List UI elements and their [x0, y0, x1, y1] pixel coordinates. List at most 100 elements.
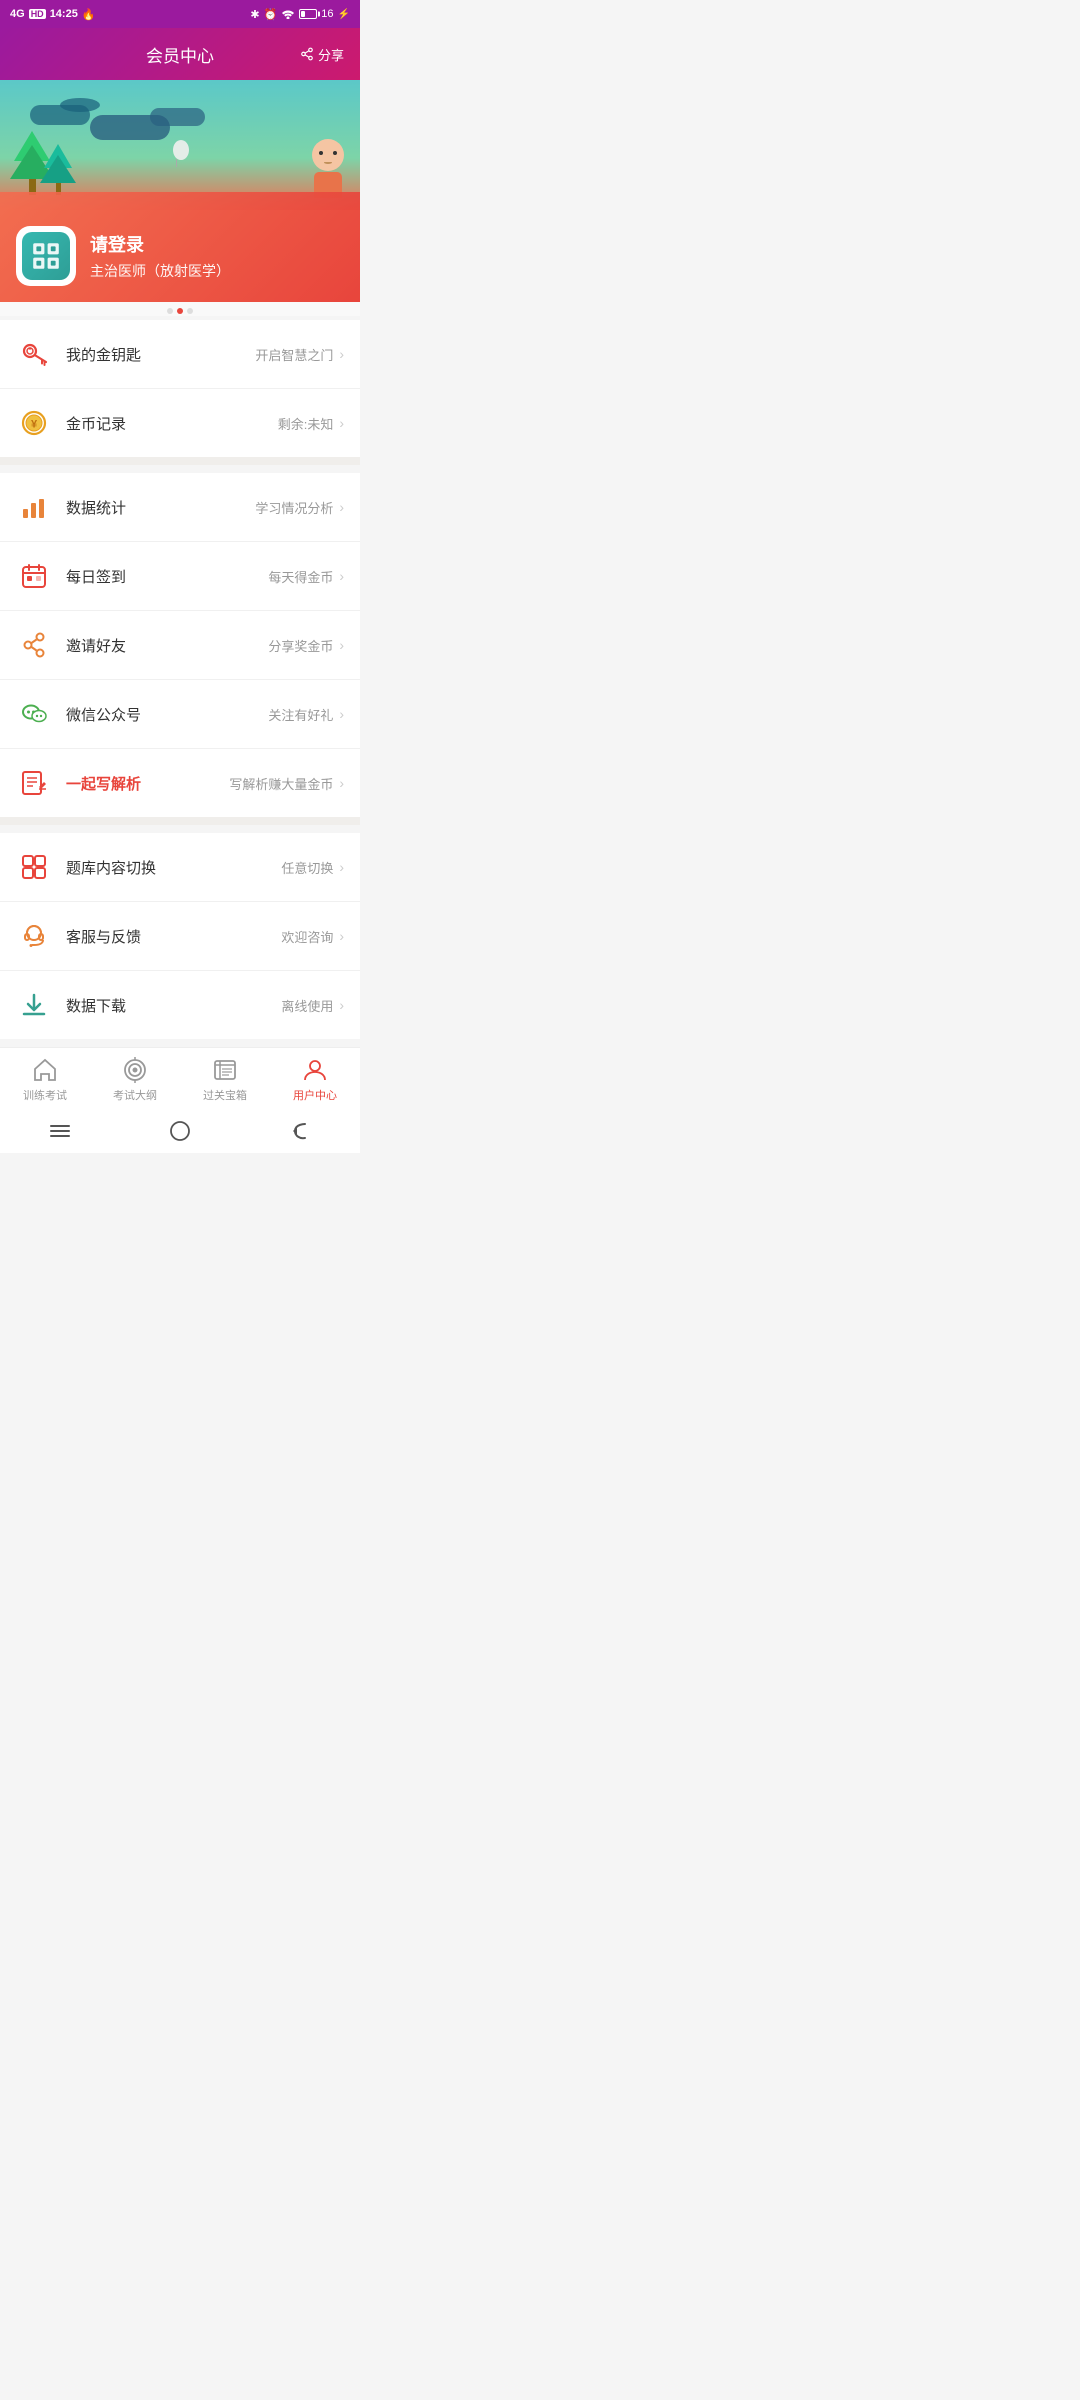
system-nav: [0, 1109, 360, 1153]
chevron-icon-10: ›: [339, 997, 344, 1013]
status-right: ✱ ⏰ 16 ⚡: [250, 7, 350, 22]
nav-item-syllabus[interactable]: 考试大纲: [99, 1056, 171, 1103]
nav-train-label: 训练考试: [23, 1087, 67, 1103]
chevron-icon-3: ›: [339, 499, 344, 515]
alarm-icon: ⏰: [264, 8, 278, 21]
daily-checkin-right: 每天得金币 ›: [268, 567, 344, 586]
menu-item-wechat[interactable]: 微信公众号 关注有好礼 ›: [0, 680, 360, 749]
home-button[interactable]: [162, 1113, 198, 1149]
header: 会员中心 分享: [0, 28, 360, 80]
chevron-icon-6: ›: [339, 706, 344, 722]
customer-service-right-text: 欢迎咨询: [281, 927, 333, 946]
bottom-nav: 训练考试 考试大纲 过关宝箱: [0, 1047, 360, 1109]
share-friends-icon: [16, 627, 52, 663]
chevron-icon-7: ›: [339, 775, 344, 791]
dot-2: [177, 308, 183, 314]
separator-2: [0, 817, 360, 825]
back-button[interactable]: [282, 1113, 318, 1149]
data-download-label: 数据下载: [66, 995, 281, 1016]
menu-section-1: 我的金钥匙 开启智慧之门 › ¥ 金币记录 剩余:未知 ›: [0, 320, 360, 457]
wifi-icon: [281, 7, 295, 22]
switch-content-right-text: 任意切换: [281, 858, 333, 877]
coin-icon: ¥: [16, 405, 52, 441]
share-button[interactable]: 分享: [300, 45, 344, 64]
invite-friends-right: 分享奖金币 ›: [268, 636, 344, 655]
data-stats-right: 学习情况分析 ›: [255, 498, 344, 517]
avatar-icon: [22, 232, 70, 280]
menu-item-gold-record[interactable]: ¥ 金币记录 剩余:未知 ›: [0, 389, 360, 457]
gold-record-label: 金币记录: [66, 413, 278, 434]
grid-icon: [16, 849, 52, 885]
nav-treasure-label: 过关宝箱: [203, 1087, 247, 1103]
profile-info: 请登录 主治医师（放射医学）: [90, 231, 230, 281]
data-stats-label: 数据统计: [66, 497, 255, 518]
golden-key-label: 我的金钥匙: [66, 344, 255, 365]
data-stats-right-text: 学习情况分析: [255, 498, 333, 517]
menu-item-golden-key[interactable]: 我的金钥匙 开启智慧之门 ›: [0, 320, 360, 389]
balloon-string: [176, 159, 177, 167]
login-text: 请登录: [90, 231, 230, 257]
separator-1: [0, 457, 360, 465]
nav-item-treasure[interactable]: 过关宝箱: [189, 1056, 261, 1103]
cloud-2: [60, 98, 100, 112]
profile-subtitle: 主治医师（放射医学）: [90, 261, 230, 281]
status-bar: 4G HD 14:25 🔥 ✱ ⏰ 16 ⚡: [0, 0, 360, 28]
status-left: 4G HD 14:25 🔥: [10, 8, 96, 21]
edit-icon: [16, 765, 52, 801]
menu-item-switch-content[interactable]: 题库内容切换 任意切换 ›: [0, 833, 360, 902]
wechat-right-text: 关注有好礼: [268, 705, 333, 724]
customer-service-right: 欢迎咨询 ›: [281, 927, 344, 946]
menu-item-daily-checkin[interactable]: 每日签到 每天得金币 ›: [0, 542, 360, 611]
bar-chart-icon: [16, 489, 52, 525]
nav-item-user-center[interactable]: 用户中心: [279, 1056, 351, 1103]
share-label: 分享: [318, 45, 344, 64]
daily-checkin-right-text: 每天得金币: [268, 567, 333, 586]
profile-section[interactable]: 请登录 主治医师（放射医学）: [0, 210, 360, 302]
menu-button[interactable]: [42, 1113, 78, 1149]
menu-item-data-download[interactable]: 数据下载 离线使用 ›: [0, 971, 360, 1039]
chevron-icon-4: ›: [339, 568, 344, 584]
balloon: [173, 140, 189, 160]
user-nav-icon: [301, 1056, 329, 1084]
home-nav-icon: [31, 1056, 59, 1084]
dot-indicator: [0, 302, 360, 316]
menu-item-customer-service[interactable]: 客服与反馈 欢迎咨询 ›: [0, 902, 360, 971]
wechat-right: 关注有好礼 ›: [268, 705, 344, 724]
hd-badge: HD: [29, 9, 46, 19]
data-download-right: 离线使用 ›: [281, 996, 344, 1015]
banner-bottom-wave: [0, 192, 360, 210]
menu-section-2: 数据统计 学习情况分析 › 每日签到 每天得金币 ›: [0, 473, 360, 817]
data-download-right-text: 离线使用: [281, 996, 333, 1015]
menu-item-invite-friends[interactable]: 邀请好友 分享奖金币 ›: [0, 611, 360, 680]
dot-3: [187, 308, 193, 314]
character: [312, 139, 344, 198]
service-icon: [16, 918, 52, 954]
write-analysis-label: 一起写解析: [66, 773, 229, 794]
write-analysis-right: 写解析赚大量金币 ›: [229, 774, 344, 793]
bluetooth-icon: ✱: [250, 8, 259, 21]
menu-item-write-analysis[interactable]: 一起写解析 写解析赚大量金币 ›: [0, 749, 360, 817]
target-nav-icon: [121, 1056, 149, 1084]
chevron-icon-8: ›: [339, 859, 344, 875]
calendar-icon: [16, 558, 52, 594]
nav-user-label: 用户中心: [293, 1087, 337, 1103]
wechat-icon: [16, 696, 52, 732]
download-icon: [16, 987, 52, 1023]
key-icon: [16, 336, 52, 372]
time-display: 14:25: [50, 8, 78, 20]
tree-left-2: [40, 144, 76, 195]
gold-record-right: 剩余:未知 ›: [278, 414, 344, 433]
page-title: 会员中心: [146, 42, 214, 67]
nav-syllabus-label: 考试大纲: [113, 1087, 157, 1103]
chevron-icon-9: ›: [339, 928, 344, 944]
chevron-icon: ›: [339, 346, 344, 362]
customer-service-label: 客服与反馈: [66, 926, 281, 947]
book-nav-icon: [211, 1056, 239, 1084]
nav-item-train[interactable]: 训练考试: [9, 1056, 81, 1103]
golden-key-right-text: 开启智慧之门: [255, 345, 333, 364]
switch-content-label: 题库内容切换: [66, 857, 281, 878]
signal-4g: 4G: [10, 8, 25, 20]
charging-icon: ⚡: [338, 9, 350, 20]
menu-item-data-stats[interactable]: 数据统计 学习情况分析 ›: [0, 473, 360, 542]
wechat-label: 微信公众号: [66, 704, 268, 725]
